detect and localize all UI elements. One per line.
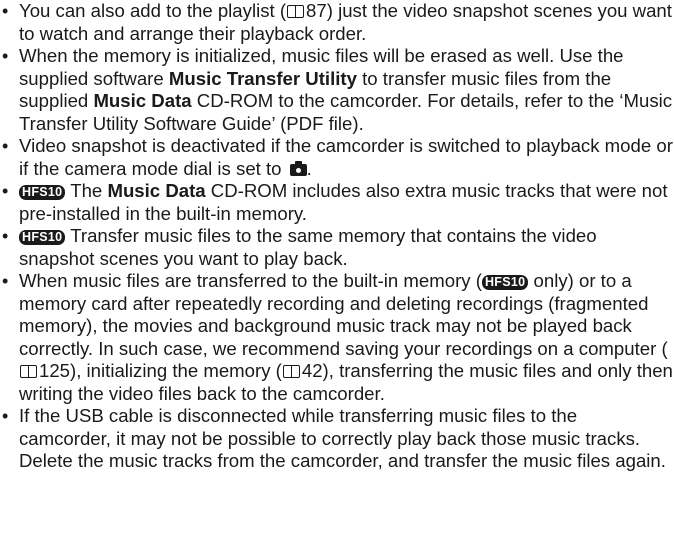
book-icon [20,365,37,378]
note-text: . [306,157,312,179]
note-text: You can also add to the playlist ( [19,0,287,21]
page-ref: 125 [39,360,71,381]
model-badge: HFS10 [481,275,529,290]
page-ref: 87 [306,0,327,21]
note-extra-music-tracks: HFS10 The Music Data CD-ROM includes als… [2,180,674,225]
note-fragmented-memory: When music files are transferred to the … [2,270,674,405]
cdrom-name: Music Data [107,180,206,201]
model-badge: HFS10 [19,230,66,245]
note-usb-disconnected: If the USB cable is disconnected while t… [2,405,674,473]
camera-icon [289,160,307,176]
note-text: The [65,180,108,201]
page-ref: 42 [301,360,323,381]
book-icon [287,5,305,18]
cdrom-name: Music Data [93,90,192,111]
note-text: ), initializing the memory ( [70,360,282,381]
note-text: Video snapshot is deactivated if the cam… [19,135,673,179]
note-text: When music files are transferred to the … [19,270,482,291]
note-transfer-same-memory: HFS10 Transfer music files to the same m… [2,225,674,270]
document-page: You can also add to the playlist (87) ju… [0,0,674,554]
note-memory-initialized: When the memory is initialized, music fi… [2,45,674,135]
notes-list: You can also add to the playlist (87) ju… [2,0,674,473]
note-text: Transfer music files to the same memory … [19,225,597,269]
model-badge: HFS10 [19,185,66,200]
note-text: If the USB cable is disconnected while t… [19,405,666,471]
note-playlist: You can also add to the playlist (87) ju… [2,0,674,45]
book-icon [282,365,300,378]
note-video-snapshot-deactivated: Video snapshot is deactivated if the cam… [2,135,674,180]
software-name: Music Transfer Utility [168,67,357,89]
